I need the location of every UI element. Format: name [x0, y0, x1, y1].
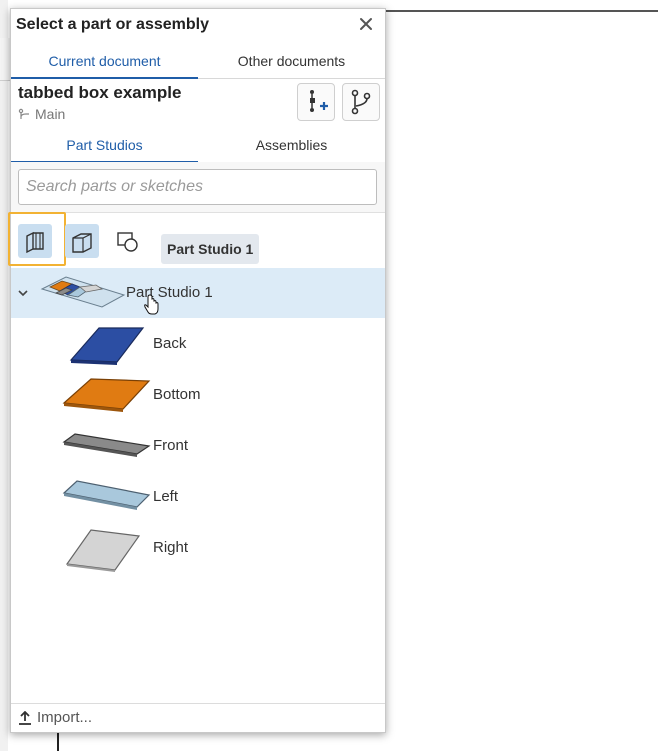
part-row-right[interactable]: Right [11, 522, 385, 573]
surfaces-filter-icon [72, 233, 92, 253]
part-label-back: Back [153, 335, 187, 352]
tooltip: Part Studio 1 [161, 234, 260, 264]
branch-small-icon [18, 108, 29, 119]
dialog-title: Select a part or assembly [16, 16, 209, 33]
part-thumbnail-bottom [62, 378, 151, 412]
tab-other-documents[interactable]: Other documents [198, 45, 385, 78]
part-label-left: Left [153, 488, 179, 505]
part-label-front: Front [153, 437, 189, 454]
search-bar [11, 162, 385, 213]
branch-icon [351, 89, 371, 115]
part-studio-label: Part Studio 1 [126, 284, 213, 301]
import-label: Import... [37, 709, 93, 726]
part-thumbnail-front [62, 433, 151, 457]
tab-part-studios[interactable]: Part Studios [11, 129, 198, 163]
part-row-left[interactable]: Left [11, 471, 385, 522]
surfaces-filter-button[interactable] [65, 224, 99, 258]
part-studio-thumbnail [40, 276, 126, 308]
parts-filter-icon [26, 231, 44, 254]
filter-toolbar: Part Studio 1 [8, 212, 385, 268]
document-name: tabbed box example [18, 83, 182, 102]
part-label-right: Right [153, 539, 189, 556]
document-tabs: Current document Other documents [11, 45, 385, 79]
sketch-filter-button[interactable] [111, 224, 145, 258]
sketch-filter-icon [117, 232, 138, 252]
dialog-footer: Import... [11, 703, 385, 732]
insert-icon [310, 90, 328, 112]
insert-button[interactable] [297, 83, 335, 121]
document-info: tabbed box example Main [11, 79, 385, 125]
part-thumbnail-left [62, 480, 151, 510]
cursor-hand-icon [144, 294, 159, 315]
part-row-bottom[interactable]: Bottom [11, 369, 385, 420]
tab-assemblies[interactable]: Assemblies [198, 129, 385, 162]
part-thumbnail-right [65, 529, 141, 572]
part-studio-row[interactable]: Part Studio 1 [11, 268, 385, 318]
background-panel [0, 0, 8, 751]
branch-label: Main [35, 106, 66, 122]
part-thumbnail-back [69, 327, 145, 365]
branch-button[interactable] [342, 83, 380, 121]
dialog-header: Select a part or assembly [11, 9, 385, 42]
part-row-back[interactable]: Back [11, 318, 385, 369]
background-edge-left [57, 732, 59, 751]
chevron-down-icon[interactable] [16, 286, 30, 300]
parts-filter-button[interactable] [18, 224, 52, 258]
tab-current-document[interactable]: Current document [11, 45, 198, 79]
upload-icon [19, 710, 31, 725]
part-row-front[interactable]: Front [11, 420, 385, 471]
search-input[interactable] [18, 169, 377, 205]
document-branch: Main [18, 106, 65, 122]
part-label-bottom: Bottom [153, 386, 201, 403]
select-part-dialog: Select a part or assembly Current docume… [8, 8, 386, 733]
studio-tabs: Part Studios Assemblies [11, 129, 385, 163]
background-toolbar [0, 38, 10, 81]
import-button[interactable]: Import... [18, 709, 92, 726]
close-icon[interactable] [357, 15, 375, 33]
background-edge [386, 10, 658, 12]
